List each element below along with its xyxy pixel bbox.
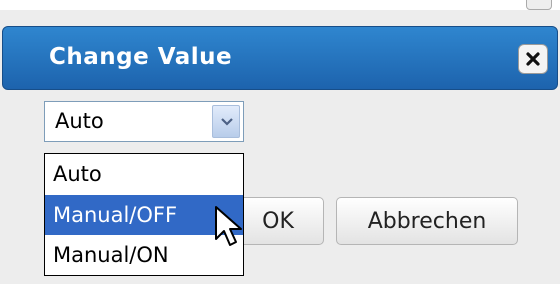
dialog-titlebar[interactable]: Change Value — [2, 26, 558, 90]
close-button[interactable] — [518, 44, 548, 74]
select-value: Auto — [55, 109, 104, 133]
chevron-down-icon — [221, 118, 233, 126]
mouse-cursor-icon — [215, 206, 242, 246]
value-select[interactable]: Auto — [44, 101, 244, 142]
dialog-title: Change Value — [49, 44, 233, 70]
background-window-edge — [0, 0, 560, 10]
close-icon — [526, 52, 540, 66]
cancel-button[interactable]: Abbrechen — [336, 197, 518, 245]
option-auto[interactable]: Auto — [45, 154, 243, 194]
select-arrow-button[interactable] — [212, 105, 240, 138]
background-button — [526, 0, 552, 10]
ok-button[interactable]: OK — [232, 197, 324, 245]
